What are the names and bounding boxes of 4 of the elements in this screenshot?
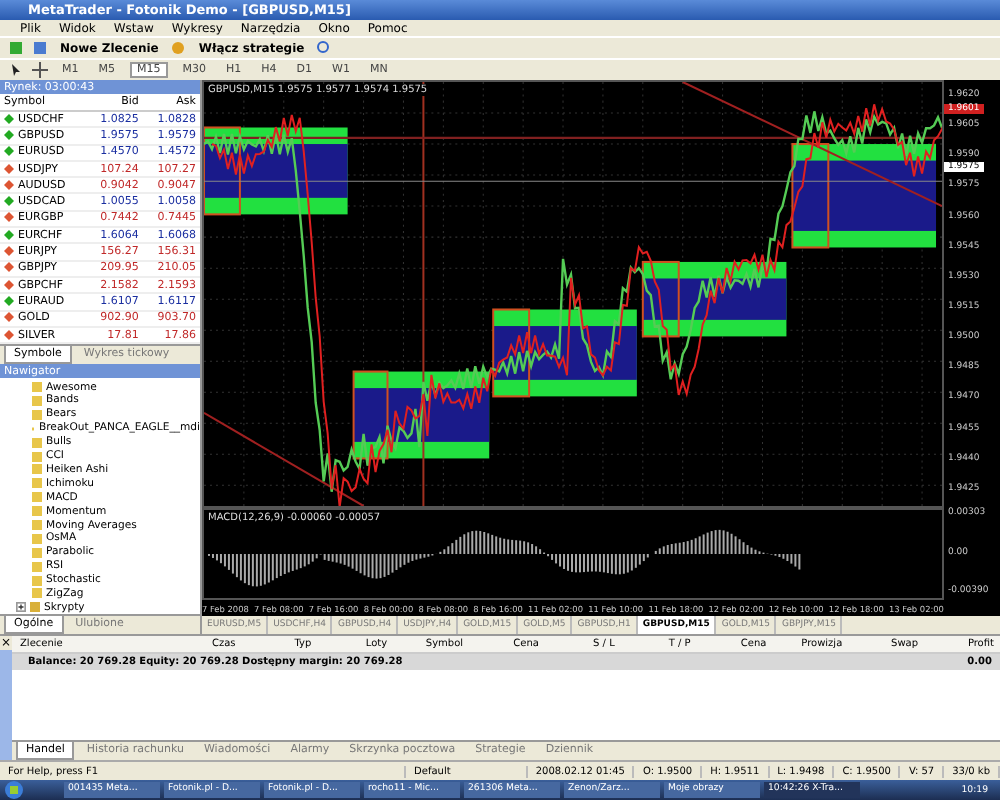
expander-icon[interactable]	[16, 602, 26, 613]
start-button[interactable]	[4, 780, 24, 800]
folder-icon	[30, 602, 40, 613]
crosshair-icon[interactable]	[32, 62, 48, 78]
